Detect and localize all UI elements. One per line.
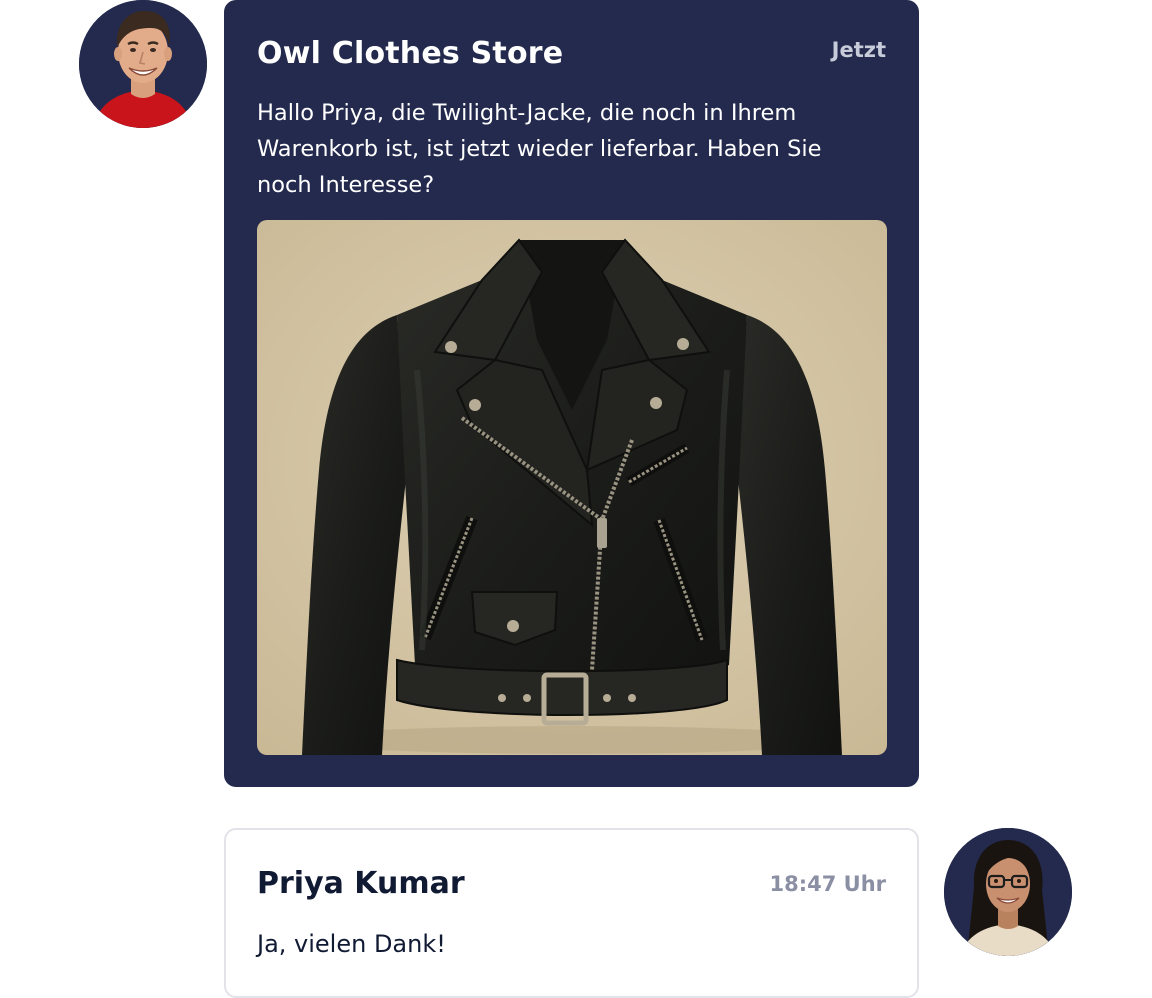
sender-name: Priya Kumar [257,866,465,901]
incoming-message-bubble[interactable]: Owl Clothes Store Jetzt Hallo Priya, die… [224,0,919,787]
store-avatar[interactable] [79,0,207,128]
customer-avatar[interactable] [944,828,1072,956]
leather-jacket-image [257,220,887,755]
message-text: Ja, vielen Dank! [257,930,446,958]
message-text: Hallo Priya, die Twilight-Jacke, die noc… [257,100,822,198]
message-timestamp: Jetzt [831,38,886,62]
product-image[interactable] [257,220,887,755]
message-timestamp: 18:47 Uhr [769,872,886,896]
woman-portrait-icon [944,828,1072,956]
outgoing-message-bubble[interactable]: Priya Kumar 18:47 Uhr Ja, vielen Dank! [224,828,919,998]
man-portrait-icon [79,0,207,128]
sender-name: Owl Clothes Store [257,36,564,71]
